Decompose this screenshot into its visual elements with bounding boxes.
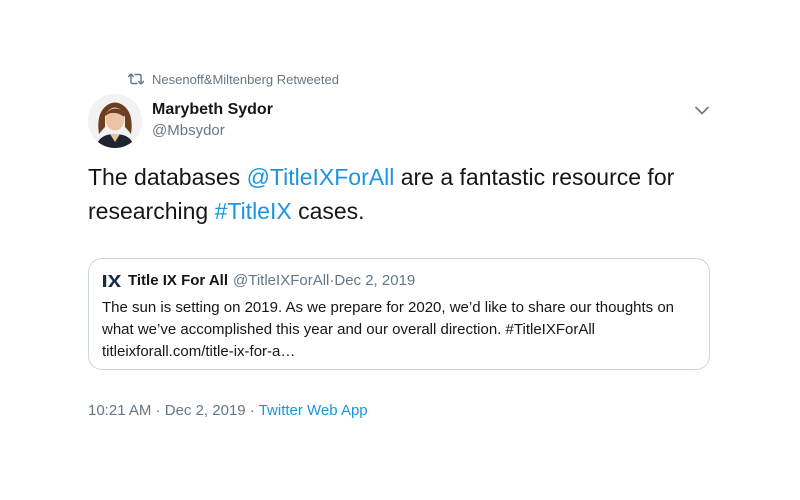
tweet-date[interactable]: Dec 2, 2019 [165,402,246,419]
retweet-icon [128,72,144,86]
quoted-tweet-text: The sun is setting on 2019. As we prepar… [102,299,675,360]
separator-dot: · [151,402,165,419]
author-display-name[interactable]: Marybeth Sydor [152,100,273,120]
author-handle[interactable]: @Mbsydor [152,120,273,142]
chevron-down-icon[interactable] [692,100,712,120]
quoted-tweet-header: Title IX For All @TitleIXForAll · Dec 2,… [102,271,415,291]
tweet-footer: 10:21 AM · Dec 2, 2019 · Twitter Web App [88,400,368,422]
tweet-text-part: The databases [88,164,247,190]
tweet-text-part: cases. [291,198,365,224]
tweet-text: The databases @TitleIXForAll are a fanta… [88,160,712,228]
tweet-header: Marybeth Sydor @Mbsydor [88,94,712,150]
retweet-label[interactable]: Nesenoff&Miltenberg Retweeted [152,72,339,87]
ix-logo [102,273,122,289]
hashtag-link[interactable]: #TitleIX [215,198,292,224]
quoted-tweet-date: Dec 2, 2019 [334,272,416,289]
tweet-time[interactable]: 10:21 AM [88,402,151,419]
quoted-author-handle[interactable]: @TitleIXForAll [233,271,329,291]
retweet-context: Nesenoff&Miltenberg Retweeted [128,68,339,90]
mention-link[interactable]: @TitleIXForAll [247,164,395,190]
quoted-author-name[interactable]: Title IX For All [128,271,228,291]
tweet-source-link[interactable]: Twitter Web App [259,402,368,419]
author-names: Marybeth Sydor @Mbsydor [152,100,273,142]
quoted-tweet[interactable]: Title IX For All @TitleIXForAll · Dec 2,… [88,258,710,370]
separator-dot: · [245,402,259,419]
avatar[interactable] [88,94,142,148]
